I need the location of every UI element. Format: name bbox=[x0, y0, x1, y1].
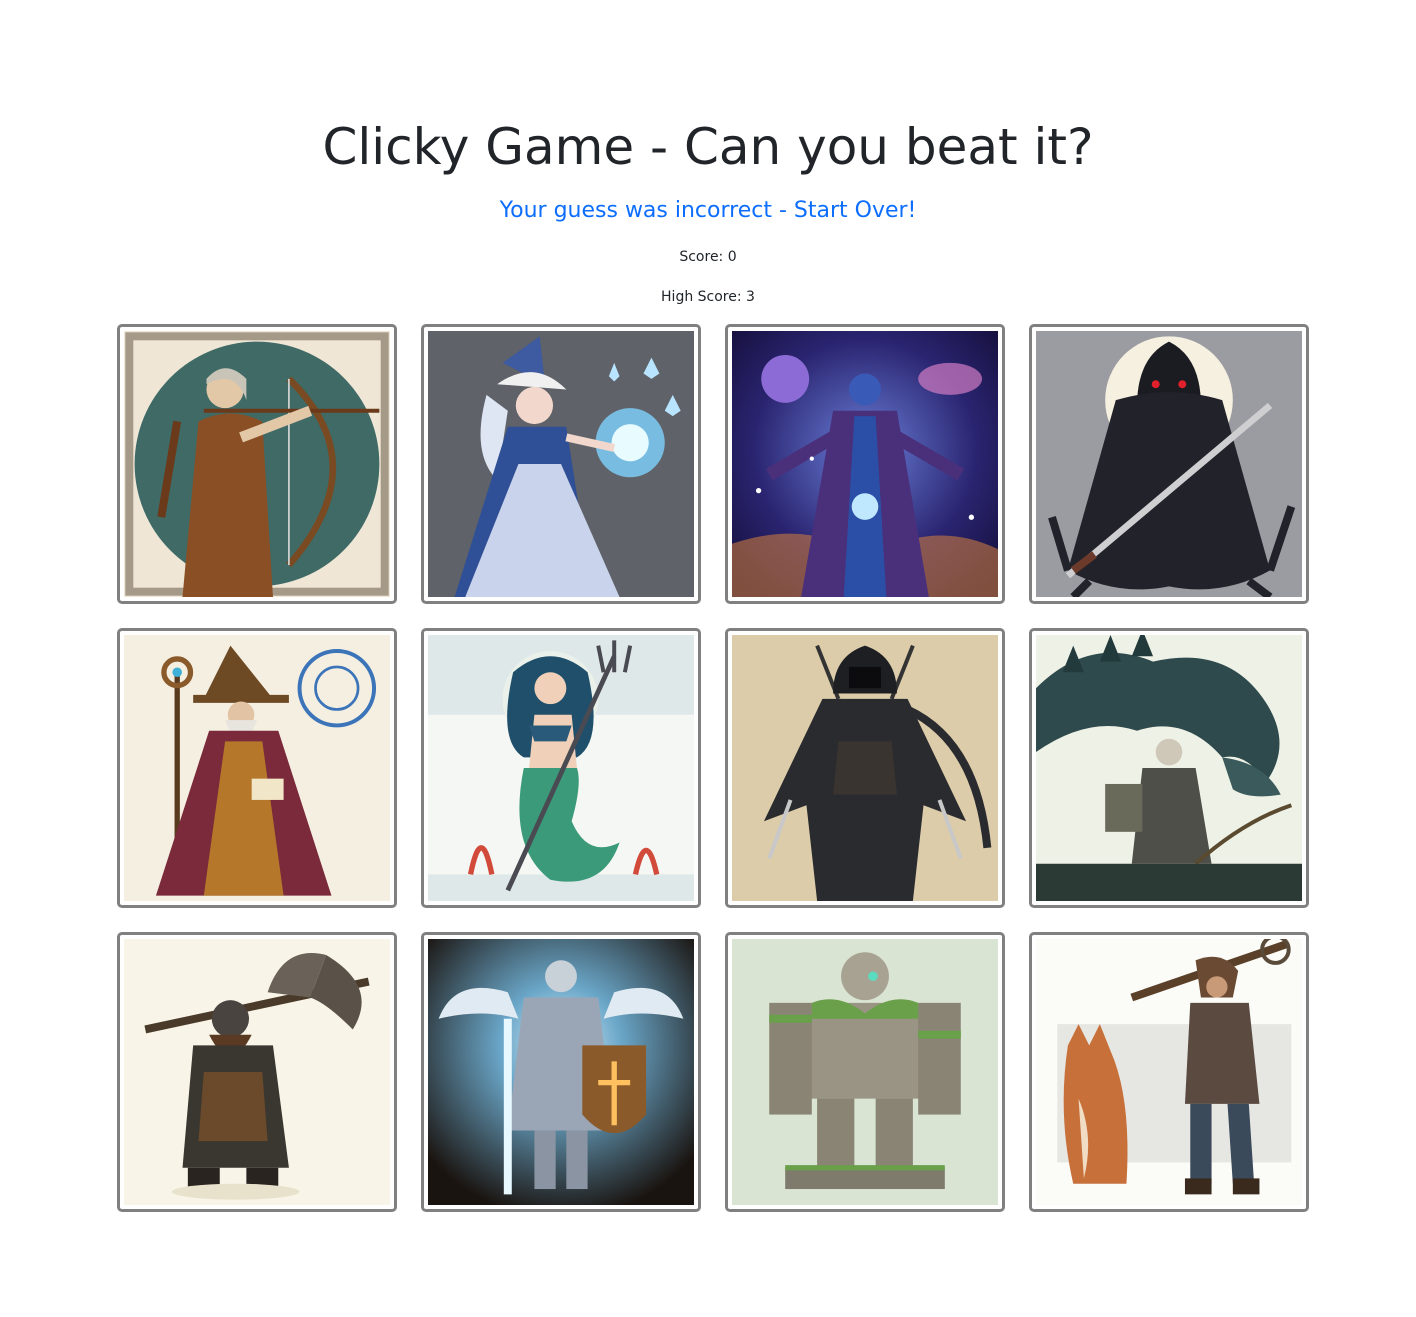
cosmic-mage-card[interactable] bbox=[725, 324, 1005, 604]
paladin-image bbox=[428, 939, 694, 1205]
clicky-game-page: Clicky Game - Can you beat it? Your gues… bbox=[0, 0, 1416, 1317]
assassin-card[interactable] bbox=[725, 628, 1005, 908]
dwarf-warrior-image bbox=[124, 939, 390, 1205]
ice-sorceress-image bbox=[428, 331, 694, 597]
assassin-image bbox=[732, 635, 998, 901]
wizard-image bbox=[124, 635, 390, 901]
high-score-display: High Score: 3 bbox=[661, 289, 755, 305]
score-display: Score: 0 bbox=[679, 249, 737, 265]
mermaid-card[interactable] bbox=[421, 628, 701, 908]
ice-sorceress-card[interactable] bbox=[421, 324, 701, 604]
page-title: Clicky Game - Can you beat it? bbox=[322, 118, 1094, 176]
stone-golem-image bbox=[732, 939, 998, 1205]
elf-archer-image bbox=[124, 331, 390, 597]
mermaid-image bbox=[428, 635, 694, 901]
wizard-card[interactable] bbox=[117, 628, 397, 908]
dragon-rider-image bbox=[1036, 635, 1302, 901]
ranger-with-dog-image bbox=[1036, 939, 1302, 1205]
paladin-card[interactable] bbox=[421, 932, 701, 1212]
elf-archer-card[interactable] bbox=[117, 324, 397, 604]
cosmic-mage-image bbox=[732, 331, 998, 597]
dwarf-warrior-card[interactable] bbox=[117, 932, 397, 1212]
dragon-rider-card[interactable] bbox=[1029, 628, 1309, 908]
game-status-message[interactable]: Your guess was incorrect - Start Over! bbox=[0, 195, 1416, 227]
ranger-with-dog-card[interactable] bbox=[1029, 932, 1309, 1212]
shadow-reaper-image bbox=[1036, 331, 1302, 597]
shadow-reaper-card[interactable] bbox=[1029, 324, 1309, 604]
card-grid bbox=[117, 324, 1309, 1212]
stone-golem-card[interactable] bbox=[725, 932, 1005, 1212]
